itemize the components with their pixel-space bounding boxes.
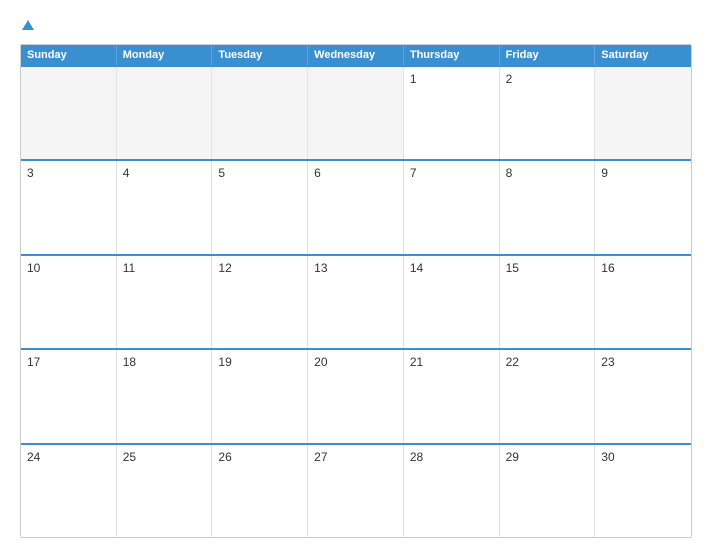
calendar-cell: 19 <box>212 350 308 442</box>
calendar-cell: 16 <box>595 256 691 348</box>
day-number: 30 <box>601 450 614 464</box>
calendar-cell: 1 <box>404 67 500 159</box>
logo-triangle-icon <box>22 20 34 30</box>
calendar-cell: 20 <box>308 350 404 442</box>
calendar-cell: 24 <box>21 445 117 537</box>
day-number: 24 <box>27 450 40 464</box>
calendar-cell <box>308 67 404 159</box>
calendar-row-1: 3 4 5 6 7 8 9 <box>21 159 691 253</box>
header-day-saturday: Saturday <box>595 45 691 65</box>
header-day-tuesday: Tuesday <box>212 45 308 65</box>
calendar-cell: 2 <box>500 67 596 159</box>
day-number: 5 <box>218 166 225 180</box>
day-number: 1 <box>410 72 417 86</box>
calendar-header: SundayMondayTuesdayWednesdayThursdayFrid… <box>21 45 691 65</box>
calendar-body: 1234567891011121314151617181920212223242… <box>21 65 691 537</box>
calendar-cell: 25 <box>117 445 213 537</box>
day-number: 2 <box>506 72 513 86</box>
day-number: 3 <box>27 166 34 180</box>
page: SundayMondayTuesdayWednesdayThursdayFrid… <box>0 0 712 550</box>
day-number: 10 <box>27 261 40 275</box>
day-number: 11 <box>123 261 135 275</box>
calendar-cell: 12 <box>212 256 308 348</box>
calendar-cell: 30 <box>595 445 691 537</box>
calendar-cell: 4 <box>117 161 213 253</box>
day-number: 19 <box>218 355 231 369</box>
day-number: 26 <box>218 450 231 464</box>
calendar-cell: 28 <box>404 445 500 537</box>
day-number: 8 <box>506 166 513 180</box>
calendar-cell: 23 <box>595 350 691 442</box>
calendar-cell: 6 <box>308 161 404 253</box>
calendar-cell <box>595 67 691 159</box>
day-number: 16 <box>601 261 614 275</box>
calendar-cell: 27 <box>308 445 404 537</box>
calendar-row-2: 10 11 12 13 14 15 16 <box>21 254 691 348</box>
calendar: SundayMondayTuesdayWednesdayThursdayFrid… <box>20 44 692 538</box>
header-day-thursday: Thursday <box>404 45 500 65</box>
header <box>20 18 692 34</box>
day-number: 12 <box>218 261 231 275</box>
calendar-cell: 22 <box>500 350 596 442</box>
day-number: 21 <box>410 355 423 369</box>
calendar-cell: 3 <box>21 161 117 253</box>
day-number: 4 <box>123 166 130 180</box>
calendar-cell: 7 <box>404 161 500 253</box>
day-number: 15 <box>506 261 519 275</box>
day-number: 29 <box>506 450 519 464</box>
calendar-cell: 5 <box>212 161 308 253</box>
calendar-cell <box>21 67 117 159</box>
calendar-row-3: 17 18 19 20 21 22 23 <box>21 348 691 442</box>
day-number: 6 <box>314 166 321 180</box>
logo-text <box>20 18 34 34</box>
calendar-row-4: 24 25 26 27 28 29 30 <box>21 443 691 537</box>
calendar-cell: 26 <box>212 445 308 537</box>
calendar-cell: 29 <box>500 445 596 537</box>
logo <box>20 18 34 34</box>
day-number: 17 <box>27 355 40 369</box>
day-number: 20 <box>314 355 327 369</box>
calendar-cell: 11 <box>117 256 213 348</box>
calendar-cell <box>117 67 213 159</box>
calendar-cell: 14 <box>404 256 500 348</box>
day-number: 18 <box>123 355 136 369</box>
calendar-cell: 18 <box>117 350 213 442</box>
day-number: 13 <box>314 261 327 275</box>
calendar-cell: 9 <box>595 161 691 253</box>
day-number: 22 <box>506 355 519 369</box>
day-number: 28 <box>410 450 423 464</box>
header-day-monday: Monday <box>117 45 213 65</box>
calendar-row-0: 12 <box>21 65 691 159</box>
calendar-cell: 8 <box>500 161 596 253</box>
calendar-cell: 13 <box>308 256 404 348</box>
header-day-friday: Friday <box>500 45 596 65</box>
calendar-cell <box>212 67 308 159</box>
calendar-cell: 10 <box>21 256 117 348</box>
day-number: 14 <box>410 261 423 275</box>
day-number: 25 <box>123 450 136 464</box>
header-day-wednesday: Wednesday <box>308 45 404 65</box>
calendar-cell: 15 <box>500 256 596 348</box>
day-number: 9 <box>601 166 608 180</box>
calendar-cell: 17 <box>21 350 117 442</box>
day-number: 23 <box>601 355 614 369</box>
header-day-sunday: Sunday <box>21 45 117 65</box>
calendar-cell: 21 <box>404 350 500 442</box>
day-number: 27 <box>314 450 327 464</box>
day-number: 7 <box>410 166 417 180</box>
